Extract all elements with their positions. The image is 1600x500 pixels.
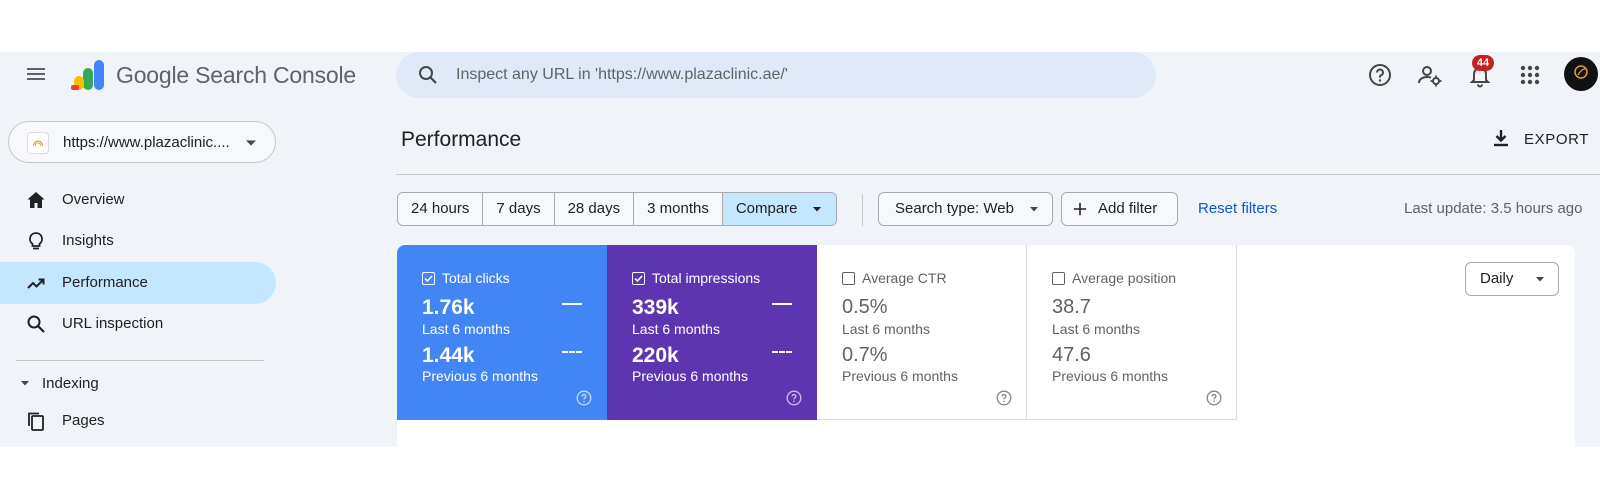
metric-card-average-position[interactable]: Average position 38.7 Last 6 months 47.6… bbox=[1027, 245, 1237, 420]
date-range-chips: 24 hours 7 days 28 days 3 months Compare bbox=[397, 192, 837, 226]
avatar[interactable] bbox=[1564, 57, 1598, 91]
menu-icon[interactable] bbox=[24, 62, 48, 86]
metrics-panel: Total clicks 1.76k Last 6 months 1.44k P… bbox=[397, 245, 1575, 447]
metric-checkbox[interactable] bbox=[422, 272, 435, 285]
help-icon[interactable] bbox=[1366, 61, 1394, 89]
download-icon bbox=[1494, 130, 1508, 147]
sidebar-section-label: Indexing bbox=[42, 375, 99, 392]
help-icon[interactable] bbox=[1206, 390, 1222, 406]
metric-previous-value: 47.6 bbox=[1052, 344, 1091, 366]
metric-checkbox[interactable] bbox=[842, 272, 855, 285]
property-selector[interactable]: https://www.plazaclinic.... bbox=[8, 121, 276, 163]
metric-card-total-impressions[interactable]: Total impressions 339k Last 6 months 220… bbox=[607, 245, 817, 420]
metric-previous-label: Previous 6 months bbox=[632, 368, 748, 384]
search-console-logo bbox=[71, 60, 104, 90]
search-type-label: Search type: Web bbox=[895, 200, 1014, 217]
search-icon bbox=[419, 66, 437, 84]
metric-previous-value: 0.7% bbox=[842, 344, 888, 366]
sidebar-item-url-inspection[interactable]: URL inspection bbox=[0, 303, 276, 345]
filter-separator bbox=[862, 194, 863, 226]
avatar-logo-icon bbox=[1574, 65, 1588, 79]
metric-checkbox[interactable] bbox=[1052, 272, 1065, 285]
property-url: https://www.plazaclinic.... bbox=[63, 134, 230, 151]
sidebar-item-insights[interactable]: Insights bbox=[0, 220, 276, 262]
metric-title: Average position bbox=[1072, 270, 1177, 286]
search-type-filter[interactable]: Search type: Web bbox=[878, 192, 1053, 226]
pages-icon bbox=[28, 412, 44, 431]
help-icon[interactable] bbox=[786, 390, 802, 406]
metric-card-total-clicks[interactable]: Total clicks 1.76k Last 6 months 1.44k P… bbox=[397, 245, 607, 420]
granularity-label: Daily bbox=[1480, 270, 1514, 287]
lightbulb-icon bbox=[29, 232, 43, 250]
last-update-text: Last update: 3.5 hours ago bbox=[1404, 200, 1583, 217]
solid-line-legend bbox=[562, 303, 582, 305]
dashed-line-legend bbox=[562, 351, 582, 353]
metric-checkbox[interactable] bbox=[632, 272, 645, 285]
header-divider bbox=[396, 174, 1600, 175]
metric-current-value: 339k bbox=[632, 296, 679, 319]
sidebar-item-label: Performance bbox=[62, 274, 148, 291]
metric-previous-label: Previous 6 months bbox=[422, 368, 538, 384]
add-filter-button[interactable]: Add filter bbox=[1061, 192, 1178, 226]
dashed-line-legend bbox=[772, 351, 792, 353]
metric-current-label: Last 6 months bbox=[632, 321, 720, 337]
notification-badge: 44 bbox=[1472, 55, 1494, 71]
chevron-down-icon bbox=[246, 140, 256, 146]
metric-current-label: Last 6 months bbox=[1052, 321, 1140, 337]
help-icon[interactable] bbox=[576, 390, 592, 406]
page-title: Performance bbox=[401, 128, 522, 151]
caret-down-icon bbox=[1030, 207, 1038, 212]
metric-current-value: 0.5% bbox=[842, 296, 888, 318]
metric-current-value: 38.7 bbox=[1052, 296, 1091, 318]
url-inspection-search[interactable] bbox=[396, 52, 1156, 98]
add-filter-label: Add filter bbox=[1098, 200, 1158, 217]
search-input[interactable] bbox=[456, 61, 1136, 89]
metric-title: Total clicks bbox=[442, 270, 510, 286]
export-label: EXPORT bbox=[1524, 131, 1590, 148]
sidebar-item-label: URL inspection bbox=[62, 315, 164, 332]
help-icon[interactable] bbox=[996, 390, 1012, 406]
plus-icon bbox=[1073, 202, 1087, 216]
sidebar-item-pages[interactable]: Pages bbox=[0, 400, 276, 442]
search-console-app: Google Search Console 44 https://www.pla… bbox=[0, 52, 1600, 447]
range-24-hours[interactable]: 24 hours bbox=[398, 193, 484, 225]
range-compare[interactable]: Compare bbox=[722, 193, 836, 225]
metric-current-label: Last 6 months bbox=[842, 321, 930, 337]
compare-label: Compare bbox=[735, 200, 798, 217]
brand-name: Google Search Console bbox=[116, 62, 357, 88]
caret-down-icon bbox=[21, 381, 29, 386]
metric-previous-label: Previous 6 months bbox=[842, 368, 958, 384]
metric-current-label: Last 6 months bbox=[422, 321, 510, 337]
granularity-dropdown[interactable]: Daily bbox=[1465, 262, 1559, 296]
caret-down-icon bbox=[812, 207, 821, 212]
metric-card-average-ctr[interactable]: Average CTR 0.5% Last 6 months 0.7% Prev… bbox=[817, 245, 1027, 420]
sidebar-divider bbox=[16, 360, 264, 361]
sidebar-item-label: Overview bbox=[62, 191, 125, 208]
metric-current-value: 1.76k bbox=[422, 296, 475, 319]
sidebar-item-label: Pages bbox=[62, 412, 105, 429]
sidebar-item-overview[interactable]: Overview bbox=[0, 179, 276, 221]
reset-filters-link[interactable]: Reset filters bbox=[1198, 200, 1277, 217]
home-icon bbox=[27, 192, 45, 208]
trending-up-icon bbox=[27, 278, 45, 289]
solid-line-legend bbox=[772, 303, 792, 305]
metric-title: Total impressions bbox=[652, 270, 761, 286]
metric-previous-label: Previous 6 months bbox=[1052, 368, 1168, 384]
range-28-days[interactable]: 28 days bbox=[555, 193, 635, 225]
metric-previous-value: 1.44k bbox=[422, 344, 475, 367]
apps-grid-icon[interactable] bbox=[1516, 61, 1544, 89]
metric-previous-value: 220k bbox=[632, 344, 679, 367]
manage-users-icon[interactable] bbox=[1416, 61, 1444, 89]
search-icon bbox=[27, 315, 45, 333]
property-favicon bbox=[27, 132, 49, 154]
sidebar-item-label: Insights bbox=[62, 232, 114, 249]
caret-down-icon bbox=[1536, 277, 1544, 282]
range-7-days[interactable]: 7 days bbox=[483, 193, 555, 225]
range-3-months[interactable]: 3 months bbox=[634, 193, 723, 225]
sidebar-item-performance[interactable]: Performance bbox=[0, 262, 276, 304]
metric-title: Average CTR bbox=[862, 270, 947, 286]
